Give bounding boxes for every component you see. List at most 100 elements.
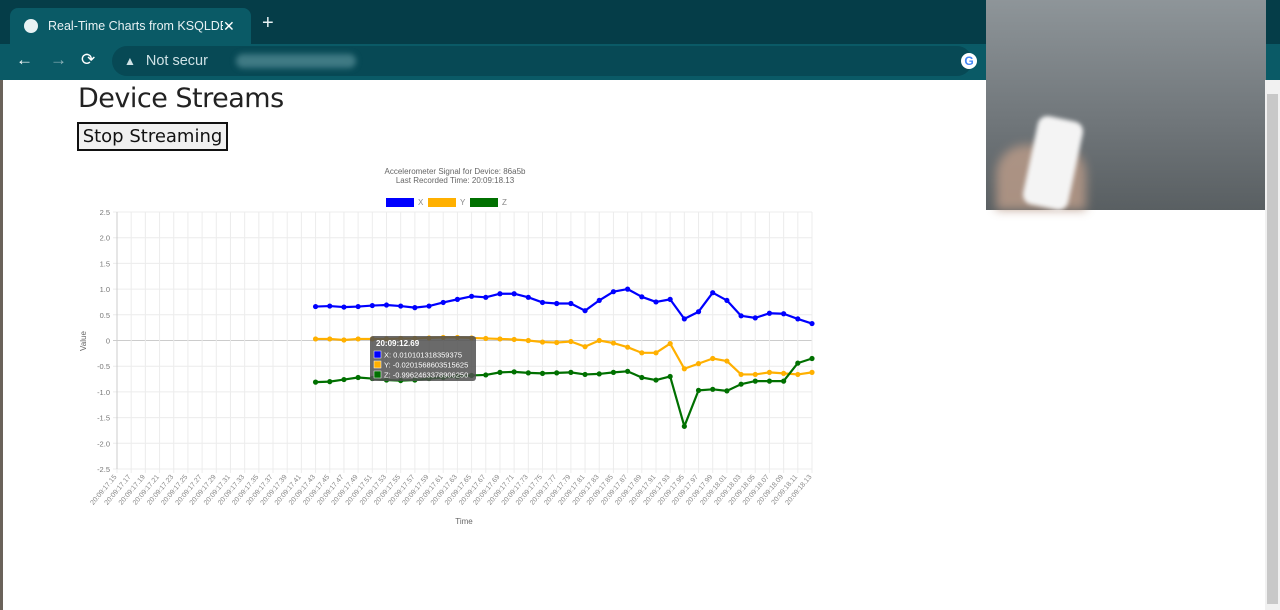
browser-tab[interactable]: Real-Time Charts from KSQLDB a ✕ <box>10 8 251 44</box>
data-point-y <box>369 336 375 342</box>
data-point-x <box>539 299 546 306</box>
reload-button[interactable]: ⟳ <box>81 50 95 70</box>
x-tick-label: 20:09:18.07 <box>742 474 771 507</box>
x-tick-label: 20:09:17.93 <box>643 474 672 507</box>
chart-title: Last Recorded Time: 20:09:18.13 <box>396 176 515 185</box>
x-tick-label: 20:09:17.89 <box>614 474 643 507</box>
address-bar[interactable]: ▲ Not secur <box>112 46 972 76</box>
data-point-x <box>710 290 716 296</box>
x-tick-label: 20:09:17.37 <box>245 474 274 507</box>
data-point-z <box>781 378 787 384</box>
y-tick-label: 0.5 <box>100 311 110 320</box>
data-point-x <box>738 313 744 319</box>
data-point-y <box>681 366 687 372</box>
tooltip-line: Y: -0.0201568603515625 <box>384 361 468 370</box>
data-point-y <box>653 350 659 356</box>
x-tick-label: 20:09:17.81 <box>557 474 586 507</box>
data-point-y <box>781 370 787 376</box>
back-button[interactable]: ← <box>16 50 33 70</box>
data-point-z <box>596 371 602 377</box>
data-point-x <box>383 302 390 308</box>
forward-button[interactable]: → <box>50 50 67 70</box>
x-tick-label: 20:09:17.83 <box>572 474 601 507</box>
data-point-z <box>738 381 744 387</box>
tooltip-swatch <box>373 370 382 379</box>
data-point-y <box>610 340 617 346</box>
scrollbar[interactable] <box>1265 80 1280 610</box>
data-point-y <box>511 336 517 343</box>
data-point-z <box>766 378 773 384</box>
data-point-y <box>483 335 489 342</box>
data-point-z <box>639 374 645 381</box>
x-tick-label: 20:09:17.49 <box>331 474 360 507</box>
x-tick-label: 20:09:17.85 <box>586 474 615 507</box>
data-point-y <box>440 334 446 341</box>
x-tick-label: 20:09:17.19 <box>118 474 147 507</box>
data-point-y <box>327 336 333 342</box>
x-tick-label: 20:09:17.41 <box>274 474 303 507</box>
data-point-x <box>440 299 446 306</box>
y-tick-label: -2.0 <box>97 439 110 448</box>
data-point-y <box>568 338 574 345</box>
data-point-y <box>539 339 546 345</box>
y-tick-label: 2.0 <box>100 234 110 243</box>
x-tick-label: 20:09:17.51 <box>345 474 374 507</box>
data-point-z <box>398 377 404 384</box>
x-tick-label: 20:09:17.63 <box>430 474 459 507</box>
data-point-z <box>554 370 560 376</box>
chart-title: Accelerometer Signal for Device: 86a5b <box>385 167 527 176</box>
data-point-y <box>525 337 531 344</box>
x-tick-label: 20:09:17.61 <box>416 474 445 507</box>
x-tick-label: 20:09:17.71 <box>487 474 516 507</box>
close-tab-icon[interactable]: ✕ <box>223 18 243 35</box>
x-tick-label: 20:09:17.33 <box>217 474 246 507</box>
y-tick-label: 2.5 <box>100 208 110 217</box>
data-point-y <box>426 335 432 341</box>
data-point-y <box>383 336 390 342</box>
scrollbar-thumb[interactable] <box>1267 94 1278 604</box>
tooltip-swatch <box>373 350 382 359</box>
y-tick-label: -0.5 <box>97 362 110 371</box>
data-point-z <box>341 376 347 383</box>
x-tick-label: 20:09:18.05 <box>728 474 757 507</box>
series-line-y <box>315 336 813 376</box>
data-point-x <box>795 316 801 322</box>
data-point-z <box>667 373 673 380</box>
data-point-y <box>724 358 730 364</box>
google-icon[interactable]: G <box>961 53 977 69</box>
data-point-z <box>497 369 503 375</box>
data-point-z <box>568 369 574 375</box>
data-point-x <box>497 291 503 297</box>
data-point-z <box>511 369 517 375</box>
tab-title: Real-Time Charts from KSQLDB a <box>48 19 223 33</box>
x-tick-label: 20:09:17.15 <box>89 474 118 507</box>
x-tick-label: 20:09:17.77 <box>529 474 558 507</box>
stop-streaming-button[interactable]: Stop Streaming <box>77 122 228 151</box>
legend-label: Z <box>502 198 507 207</box>
data-point-z <box>383 377 390 383</box>
data-point-y <box>596 337 602 344</box>
x-tick-label: 20:09:17.35 <box>231 474 260 507</box>
data-point-x <box>355 303 361 310</box>
data-point-y <box>355 336 361 342</box>
x-tick-label: 20:09:17.99 <box>685 474 714 507</box>
x-tick-label: 20:09:17.97 <box>671 474 700 507</box>
x-axis-title: Time <box>455 517 473 526</box>
x-tick-label: 20:09:17.65 <box>444 474 473 507</box>
legend-label: Y <box>460 198 466 207</box>
page-title: Device Streams <box>78 83 284 114</box>
data-point-y <box>312 336 319 342</box>
x-tick-label: 20:09:17.67 <box>458 474 487 507</box>
new-tab-button[interactable]: + <box>262 12 274 35</box>
warning-icon: ▲ <box>124 54 136 68</box>
x-tick-label: 20:09:17.27 <box>174 474 203 507</box>
x-tick-label: 20:09:17.75 <box>515 474 544 507</box>
data-point-z <box>412 377 418 383</box>
data-point-y <box>766 369 773 375</box>
x-tick-label: 20:09:18.11 <box>771 474 800 507</box>
data-point-z <box>327 379 333 385</box>
x-tick-label: 20:09:17.25 <box>160 474 189 507</box>
x-tick-label: 20:09:18.13 <box>784 474 813 507</box>
x-tick-label: 20:09:17.79 <box>543 474 572 507</box>
x-tick-label: 20:09:17.53 <box>359 474 388 507</box>
